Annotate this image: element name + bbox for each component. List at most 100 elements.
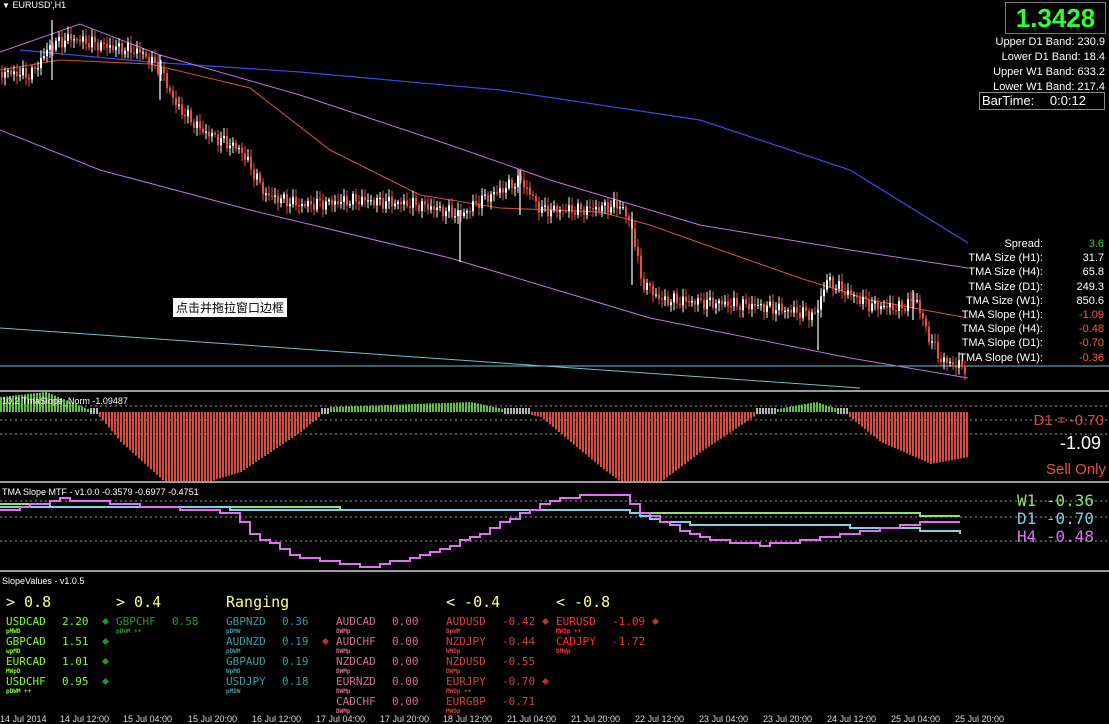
info-label: TMA Size (W1):: [965, 294, 1043, 307]
norm-bar: [678, 412, 680, 469]
drag-border-tooltip: 点击并拖拉窗口边框: [172, 297, 289, 318]
price-chart[interactable]: [0, 0, 1109, 390]
candle-body: [226, 135, 228, 149]
norm-bar: [798, 405, 800, 412]
candle-body: [907, 299, 909, 311]
candle-body: [232, 142, 234, 146]
norm-bar: [582, 412, 584, 452]
norm-bar: [681, 412, 683, 467]
info-value: 850.6: [1076, 294, 1104, 307]
candle-body: [61, 37, 63, 48]
candle-body: [844, 291, 846, 295]
norm-bar: [138, 412, 140, 459]
slope-pair[interactable]: EURJPY MWDp ++ -0.70: [446, 676, 550, 695]
norm-bar: [123, 412, 125, 445]
candle-body: [715, 303, 717, 308]
norm-bar: [906, 412, 908, 454]
slope-pair[interactable]: GBPCAD wpMD 1.51: [6, 636, 110, 655]
candle-body: [88, 43, 90, 48]
norm-bar: [594, 412, 596, 462]
norm-bar: [483, 404, 485, 412]
norm-bar: [222, 412, 224, 478]
candle-body: [721, 300, 723, 305]
candle-body: [76, 39, 78, 41]
slope-pair[interactable]: AUDCAD DWMp 0.00: [336, 616, 440, 636]
norm-bar: [876, 412, 878, 439]
norm-bar: [318, 412, 320, 417]
candle-body: [178, 104, 180, 106]
pair-value: 1.51: [62, 635, 89, 648]
norm-bar: [489, 406, 491, 412]
norm-bar: [252, 412, 254, 464]
norm-bar: [201, 412, 203, 482]
candle-body: [811, 312, 813, 320]
slope-pair[interactable]: EURUSD MWDp ++ -1.09: [556, 616, 660, 635]
slope-pair[interactable]: NZDUSD DWMp -0.55: [446, 656, 550, 676]
norm-bar: [255, 412, 257, 462]
slope-pair[interactable]: AUDUSD DpWM -0.42: [446, 616, 550, 635]
candle-body: [880, 306, 882, 310]
candle-body: [643, 278, 645, 290]
slope-pair[interactable]: AUDCHF DWMp 0.00: [336, 636, 440, 656]
norm-bar: [780, 408, 782, 412]
slope-pair[interactable]: USDJPY pMDW 0.18: [226, 676, 330, 696]
candle-body: [646, 283, 648, 290]
slope-pair[interactable]: NZDCAD DWMp 0.00: [336, 656, 440, 676]
slope-pair[interactable]: GBPNZD pDMW 0.36: [226, 616, 330, 636]
panel-separator[interactable]: [0, 570, 1109, 572]
band-value: 633.2: [1077, 66, 1105, 78]
slope-pair[interactable]: CADJPY DMWp -1.72: [556, 636, 660, 656]
slope-pair[interactable]: GBPCHF pDWM ++ 0.58: [116, 616, 220, 636]
slope-pair[interactable]: USDCHF pDWM ++ 0.95: [6, 676, 110, 695]
candle-body: [940, 358, 942, 362]
norm-bar: [774, 408, 776, 414]
norm-bar: [315, 412, 317, 420]
norm-bar: [462, 402, 464, 412]
slope-pair[interactable]: CADCHF DWMp 0.00: [336, 696, 440, 716]
candle-body: [670, 302, 672, 305]
band-label: Lower D1 Band:: [1001, 51, 1084, 63]
norm-bar: [912, 412, 914, 457]
norm-bar: [108, 412, 110, 428]
norm-bar: [717, 412, 719, 441]
norm-bar: [84, 407, 86, 412]
candle-body: [301, 203, 303, 207]
slope-pair[interactable]: EURNZD DWMp 0.00: [336, 676, 440, 696]
norm-bar: [639, 412, 641, 482]
candle-body: [514, 187, 516, 189]
norm-bar: [468, 402, 470, 412]
slope-pair[interactable]: EURGBP MWDp -0.71: [446, 696, 550, 716]
norm-bar: [633, 412, 635, 482]
norm-bar: [651, 412, 653, 482]
norm-bar: [591, 412, 593, 460]
slope-pair[interactable]: USDCAD pMWD 2.20: [6, 616, 110, 635]
candle-body: [538, 201, 540, 213]
h1-tma-line: [0, 59, 969, 319]
norm-bar: [762, 408, 764, 414]
candle-body: [802, 307, 804, 319]
band-label: Upper W1 Band:: [993, 66, 1078, 78]
norm-bar: [729, 412, 731, 433]
candle-body: [115, 46, 117, 50]
slope-pair[interactable]: GBPAUD WpMD 0.19: [226, 656, 330, 676]
norm-bar: [219, 412, 221, 479]
candle-body: [727, 301, 729, 307]
norm-bar: [864, 412, 866, 430]
candle-body: [877, 300, 879, 310]
candle-body: [667, 296, 669, 305]
info-value: -0.48: [1078, 323, 1104, 336]
norm-bar: [486, 405, 488, 412]
candle-body: [571, 205, 573, 213]
norm-bar: [942, 412, 944, 462]
norm-bar: [786, 407, 788, 412]
slope-pair[interactable]: NZDJPY WMDp -0.44: [446, 636, 550, 656]
norm-bar: [714, 412, 716, 443]
candle-body: [457, 210, 459, 217]
tma-slope-norm-histogram[interactable]: [0, 392, 1109, 482]
candle-body: [466, 210, 468, 213]
slope-pair[interactable]: AUDNZD pDWM 0.19: [226, 636, 330, 655]
mtf-legend-item: W1 -0.36: [1016, 491, 1094, 510]
candle-body: [418, 205, 420, 211]
slope-pair[interactable]: EURCAD MWpD 1.01: [6, 656, 110, 675]
norm-bar: [126, 412, 128, 448]
